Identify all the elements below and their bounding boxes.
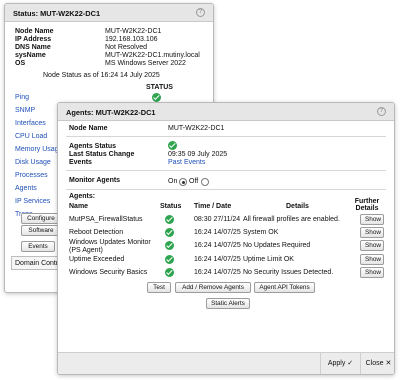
agent-name: Reboot Detection: [69, 229, 124, 236]
help-icon[interactable]: ?: [196, 8, 205, 17]
monitor-agents-label: Monitor Agents: [69, 177, 121, 184]
agent-details: All firewall profiles are enabled.: [243, 216, 340, 223]
field-label: DNS Name: [15, 44, 51, 51]
monitor-on-label: On: [168, 178, 178, 185]
past-events-link[interactable]: Past Events: [168, 159, 205, 166]
monitor-on-radio[interactable]: [179, 178, 187, 186]
check-circle-icon: [168, 141, 177, 150]
agents-modal-title: Agents: MUT-W2K22-DC1: [66, 108, 156, 117]
nav-link-ip-services[interactable]: IP Services: [15, 198, 50, 205]
field-value: MS Windows Server 2022: [105, 60, 186, 67]
check-circle-icon: [165, 241, 174, 250]
nav-link-memory-usage[interactable]: Memory Usage: [15, 146, 62, 153]
agent-name: Windows Updates Monitor (PS Agent): [69, 239, 151, 254]
agent-details: No Updates Required: [243, 242, 311, 249]
monitor-off-radio[interactable]: [201, 178, 209, 186]
domain-field[interactable]: Domain Contro: [11, 256, 61, 270]
col-header-name: Name: [69, 203, 89, 210]
agents-modal-titlebar: Agents: MUT-W2K22-DC1 ?: [58, 103, 394, 121]
divider: [66, 170, 386, 171]
col-header-details: Details: [286, 203, 309, 210]
agent-time: 16:24 14/07/25: [194, 229, 241, 236]
check-circle-icon: [152, 93, 161, 102]
configure-button[interactable]: Configure: [21, 213, 61, 224]
agents-modal: Agents: MUT-W2K22-DC1 ? Node Name MUT-W2…: [57, 102, 395, 375]
nav-link-snmp[interactable]: SNMP: [15, 107, 35, 114]
check-circle-icon: [165, 228, 174, 237]
agents-status-label: Agents Status: [69, 143, 117, 150]
agent-time: 16:24 14/07/25: [194, 256, 241, 263]
field-label: OS: [15, 60, 26, 67]
agent-name: Windows Security Basics: [69, 269, 148, 276]
check-circle-icon: [165, 268, 174, 277]
check-circle-icon: [165, 255, 174, 264]
agent-details: System OK: [243, 229, 279, 236]
static-alerts-button[interactable]: Static Alerts: [206, 298, 250, 309]
agent-api-tokens-button[interactable]: Agent API Tokens: [254, 282, 315, 293]
status-panel-titlebar: Status: MUT-W2K22-DC1 ?: [5, 4, 213, 22]
node-status-text: Node Status as of 16:24 14 July 2025: [43, 72, 160, 79]
nav-link-ping[interactable]: Ping: [15, 94, 29, 101]
nav-link-agents[interactable]: Agents: [15, 185, 37, 192]
show-button[interactable]: Show: [360, 240, 384, 251]
add-remove-agents-button[interactable]: Add / Remove Agents: [175, 282, 251, 293]
col-header-time: Time / Date: [194, 203, 232, 210]
agent-time: 16:24 14/07/25: [194, 242, 241, 249]
test-button[interactable]: Test: [147, 282, 171, 293]
nav-link-processes[interactable]: Processes: [15, 172, 48, 179]
monitor-off-label: Off: [189, 178, 199, 185]
show-button[interactable]: Show: [360, 267, 384, 278]
divider: [66, 189, 386, 190]
check-circle-icon: [165, 215, 174, 224]
field-label: IP Address: [15, 36, 52, 43]
help-icon[interactable]: ?: [377, 107, 386, 116]
agent-time: 16:24 14/07/25: [194, 269, 241, 276]
field-value: 192.168.103.106: [105, 36, 158, 43]
agent-details: Uptime Limit OK: [243, 256, 294, 263]
agent-name: MutPSA_FirewallStatus: [69, 216, 143, 223]
agent-details: No Security Issues Detected.: [243, 269, 334, 276]
agents-section-label: Agents:: [69, 193, 96, 200]
field-value: Not Resolved: [105, 44, 148, 51]
apply-button[interactable]: Apply ✓: [320, 353, 360, 374]
agent-time: 08:30 27/11/24: [194, 216, 241, 223]
modal-footer: Apply ✓ Close ✕: [58, 352, 394, 374]
field-value: MUT-W2K22-DC1.mutiny.local: [105, 52, 200, 59]
last-status-change-value: 09:35 09 July 2025: [168, 151, 228, 158]
close-button[interactable]: Close ✕: [360, 353, 394, 374]
status-column-header: STATUS: [146, 84, 173, 91]
nav-link-disk-usage[interactable]: Disk Usage: [15, 159, 51, 166]
agent-name: Uptime Exceeded: [69, 256, 125, 263]
nav-link-interfaces[interactable]: Interfaces: [15, 120, 46, 127]
field-label: Node Name: [15, 28, 54, 35]
divider: [66, 136, 386, 137]
col-header-status: Status: [160, 203, 182, 210]
events-button[interactable]: Events: [21, 241, 55, 252]
nav-link-cpu-load[interactable]: CPU Load: [15, 133, 47, 140]
software-button[interactable]: Software: [21, 225, 61, 236]
field-value: MUT-W2K22-DC1: [105, 28, 162, 35]
node-name-label: Node Name: [69, 125, 108, 132]
node-name-value: MUT-W2K22-DC1: [168, 125, 225, 132]
status-panel-title: Status: MUT-W2K22-DC1: [13, 9, 101, 18]
last-status-change-label: Last Status Change: [69, 151, 135, 158]
col-header-further: Further Details: [354, 198, 380, 212]
show-button[interactable]: Show: [360, 254, 384, 265]
field-label: sysName: [15, 52, 46, 59]
events-label: Events: [69, 159, 92, 166]
show-button[interactable]: Show: [360, 214, 384, 225]
show-button[interactable]: Show: [360, 227, 384, 238]
